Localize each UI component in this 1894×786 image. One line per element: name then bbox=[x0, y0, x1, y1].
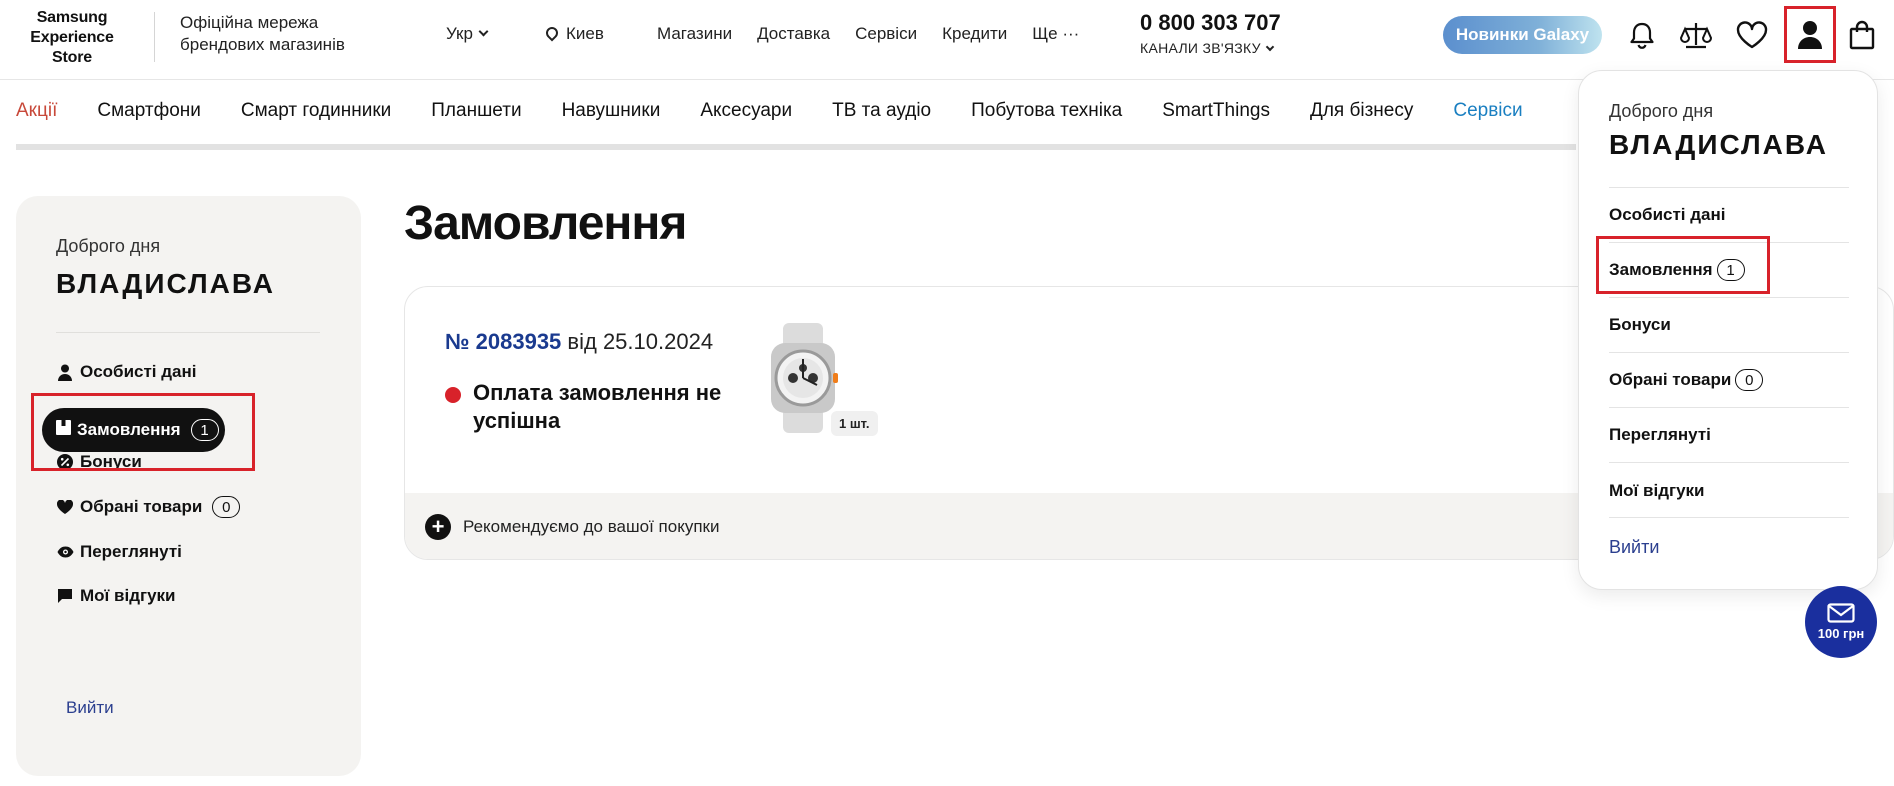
dropdown-item-favorites[interactable]: Обрані товари 0 bbox=[1609, 369, 1764, 391]
mail-icon bbox=[1827, 603, 1855, 626]
dropdown-divider bbox=[1609, 517, 1849, 518]
logo-line-3: Store bbox=[52, 49, 92, 66]
dropdown-favorites-count-badge: 0 bbox=[1735, 369, 1764, 391]
top-nav: Магазини Доставка Сервіси Кредити Ще ··· bbox=[657, 24, 1079, 44]
heart-icon bbox=[56, 498, 74, 516]
product-thumbnail[interactable] bbox=[765, 323, 841, 433]
contact-channels-label: КАНАЛИ ЗВ'ЯЗКУ bbox=[1140, 40, 1261, 56]
dropdown-item-label: Бонуси bbox=[1609, 315, 1671, 334]
compare-scales-icon[interactable] bbox=[1676, 15, 1716, 55]
dropdown-greeting: Доброго дня bbox=[1609, 101, 1714, 121]
orders-highlight-box bbox=[31, 393, 255, 471]
account-dropdown: Доброго дня ВЛАДИСЛАВА Особисті дані Зам… bbox=[1578, 70, 1878, 590]
dropdown-logout-link[interactable]: Вийти bbox=[1609, 537, 1659, 558]
dropdown-divider bbox=[1609, 407, 1849, 408]
person-icon bbox=[56, 363, 74, 381]
category-tablets[interactable]: Планшети bbox=[431, 100, 521, 122]
dropdown-item-label: Мої відгуки bbox=[1609, 481, 1705, 500]
sidebar-item-label: Мої відгуки bbox=[80, 586, 176, 605]
language-selector[interactable]: Укр bbox=[446, 24, 489, 44]
dropdown-item-label: Переглянуті bbox=[1609, 425, 1711, 444]
dropdown-divider bbox=[1609, 187, 1849, 188]
recommend-label: Рекомендуємо до вашої покупки bbox=[463, 517, 720, 536]
order-number-link[interactable]: № 2083935 bbox=[445, 329, 561, 354]
bubble-label: 100 грн bbox=[1817, 626, 1865, 641]
sidebar-item-label: Обрані товари bbox=[80, 497, 203, 516]
dropdown-divider bbox=[1609, 462, 1849, 463]
logo-line-1: Samsung bbox=[36, 9, 108, 26]
dropdown-item-reviews[interactable]: Мої відгуки bbox=[1609, 481, 1705, 501]
subscribe-bonus-bubble[interactable]: 100 грн bbox=[1805, 586, 1877, 658]
eye-icon bbox=[56, 543, 74, 561]
dropdown-username: ВЛАДИСЛАВА bbox=[1609, 129, 1828, 160]
comment-icon bbox=[56, 587, 74, 605]
city-selector[interactable]: Киев bbox=[543, 24, 604, 44]
category-scroll-track bbox=[16, 144, 1576, 150]
nav-more[interactable]: Ще ··· bbox=[1032, 24, 1079, 44]
category-headphones[interactable]: Навушники bbox=[562, 100, 661, 122]
contact-channels[interactable]: КАНАЛИ ЗВ'ЯЗКУ bbox=[1140, 40, 1275, 56]
sidebar-greeting: Доброго дня bbox=[56, 236, 161, 256]
dropdown-item-bonuses[interactable]: Бонуси bbox=[1609, 315, 1671, 335]
shopping-bag-icon[interactable] bbox=[1842, 15, 1882, 55]
category-promo[interactable]: Акції bbox=[16, 100, 57, 122]
account-sidebar: Доброго дня ВЛАДИСЛАВА Особисті дані Зам… bbox=[16, 196, 361, 776]
heart-icon[interactable] bbox=[1732, 15, 1772, 55]
chevron-down-icon bbox=[478, 26, 489, 37]
sidebar-logout-link[interactable]: Вийти bbox=[66, 698, 114, 718]
category-accessories[interactable]: Аксесуари bbox=[700, 100, 792, 122]
dropdown-divider bbox=[1609, 297, 1849, 298]
category-appliances[interactable]: Побутова техніка bbox=[971, 100, 1122, 122]
order-header: № 2083935 від 25.10.2024 bbox=[445, 329, 713, 355]
category-services[interactable]: Сервіси bbox=[1453, 100, 1522, 122]
plus-circle-icon: + bbox=[425, 514, 451, 540]
dropdown-item-personal-data[interactable]: Особисті дані bbox=[1609, 205, 1725, 225]
logo-divider bbox=[154, 12, 155, 62]
language-label: Укр bbox=[446, 24, 473, 43]
category-smartwatches[interactable]: Смарт годинники bbox=[241, 100, 391, 122]
nav-stores[interactable]: Магазини bbox=[657, 24, 732, 44]
order-status-text: Оплата замовлення не успішна bbox=[473, 380, 722, 433]
dropdown-item-label: Особисті дані bbox=[1609, 205, 1726, 224]
category-nav: Акції Смартфони Смарт годинники Планшети… bbox=[16, 100, 1563, 122]
galaxy-news-button[interactable]: Новинки Galaxy bbox=[1443, 16, 1602, 54]
sidebar-item-reviews[interactable]: Мої відгуки bbox=[56, 586, 176, 606]
logo-line-2: Experience bbox=[30, 29, 114, 46]
sidebar-item-viewed[interactable]: Переглянуті bbox=[56, 542, 182, 562]
sidebar-item-personal-data[interactable]: Особисті дані bbox=[56, 362, 196, 382]
category-smartthings[interactable]: SmartThings bbox=[1162, 100, 1270, 122]
dropdown-orders-highlight-box bbox=[1596, 236, 1770, 294]
order-date: від 25.10.2024 bbox=[567, 329, 714, 354]
page-title: Замовлення bbox=[404, 197, 687, 250]
nav-credits[interactable]: Кредити bbox=[942, 24, 1007, 44]
sidebar-item-label: Особисті дані bbox=[80, 362, 197, 381]
sidebar-divider bbox=[56, 332, 320, 333]
nav-services[interactable]: Сервіси bbox=[855, 24, 917, 44]
bell-icon[interactable] bbox=[1622, 15, 1662, 55]
order-status: Оплата замовлення не успішна bbox=[445, 379, 733, 435]
tagline: Офіційна мережа брендових магазинів bbox=[180, 13, 345, 54]
user-icon[interactable] bbox=[1790, 15, 1830, 55]
city-label: Киев bbox=[566, 24, 604, 43]
location-pin-icon bbox=[543, 24, 561, 42]
dropdown-item-viewed[interactable]: Переглянуті bbox=[1609, 425, 1711, 445]
sidebar-item-label: Переглянуті bbox=[80, 542, 182, 561]
chevron-down-icon bbox=[1265, 42, 1275, 52]
category-tv-audio[interactable]: ТВ та аудіо bbox=[832, 100, 931, 122]
category-business[interactable]: Для бізнесу bbox=[1310, 100, 1413, 122]
quantity-badge: 1 шт. bbox=[831, 411, 878, 436]
category-smartphones[interactable]: Смартфони bbox=[97, 100, 201, 122]
favorites-count-badge: 0 bbox=[212, 496, 241, 518]
sidebar-item-favorites[interactable]: Обрані товари 0 bbox=[56, 496, 241, 518]
site-header: Samsung Experience Store Офіційна мережа… bbox=[0, 0, 1894, 80]
dropdown-divider bbox=[1609, 352, 1849, 353]
sidebar-username: ВЛАДИСЛАВА bbox=[56, 268, 275, 299]
dropdown-item-label: Обрані товари bbox=[1609, 370, 1732, 389]
phone-number[interactable]: 0 800 303 707 bbox=[1140, 10, 1281, 36]
nav-delivery[interactable]: Доставка bbox=[757, 24, 830, 44]
logo[interactable]: Samsung Experience Store bbox=[16, 8, 128, 68]
status-dot-icon bbox=[445, 387, 461, 403]
